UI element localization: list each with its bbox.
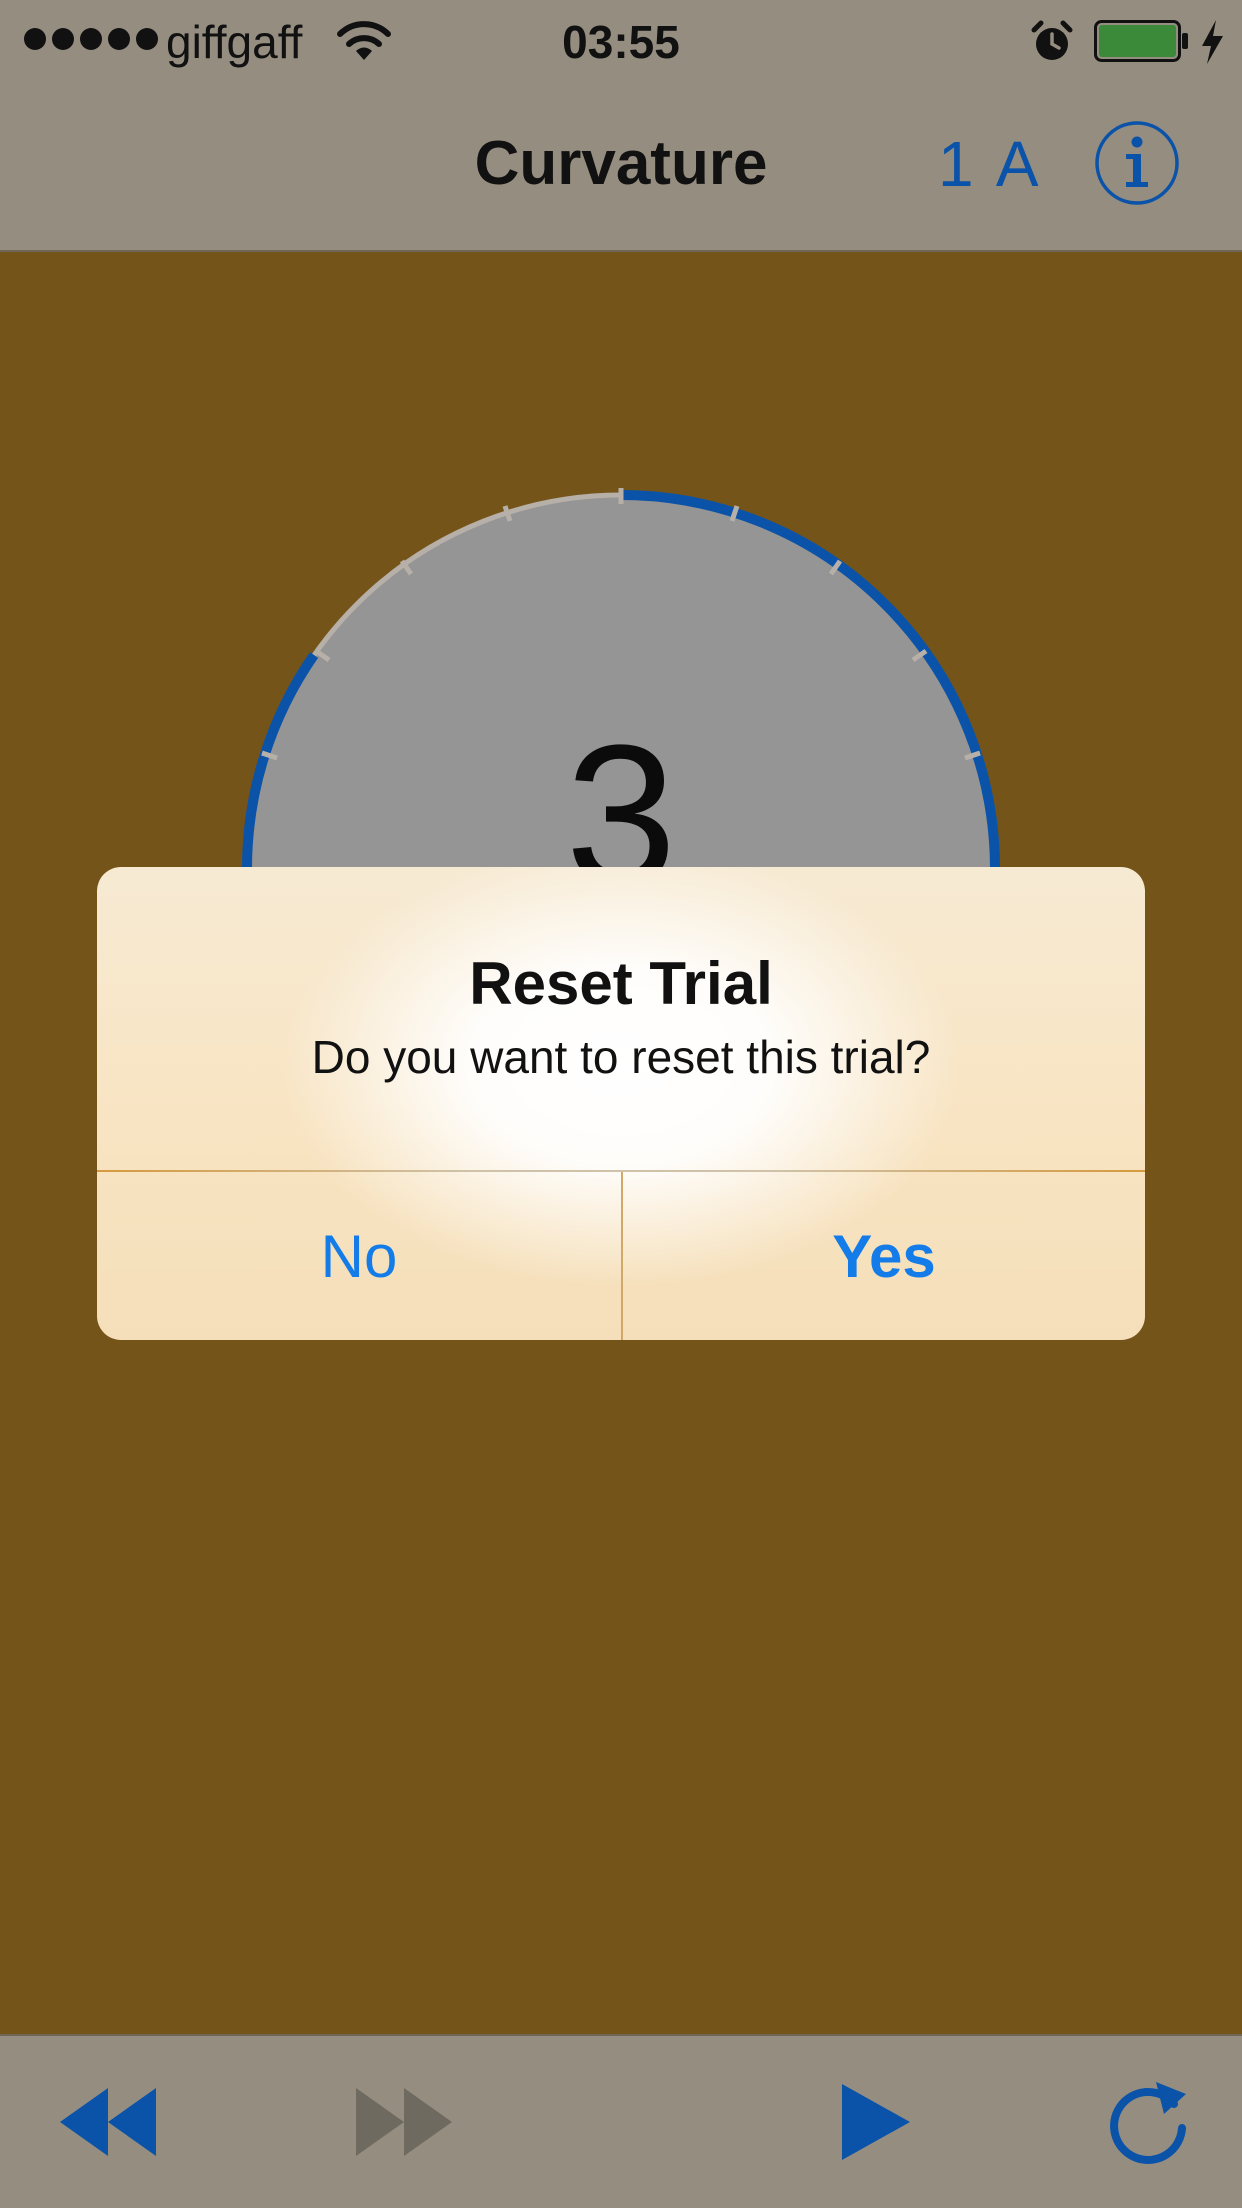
alert-message: Do you want to reset this trial? [311,1031,931,1083]
alert-title: Reset Trial [469,950,773,1017]
app-screen: giffgaff 03:55 Curvature 1 A 3 Reset Tri… [0,0,1242,2208]
no-button[interactable]: No [97,1172,621,1340]
alert-body: Reset Trial Do you want to reset this tr… [97,867,1145,1170]
reset-trial-alert: Reset Trial Do you want to reset this tr… [97,867,1145,1340]
yes-button[interactable]: Yes [623,1172,1145,1340]
